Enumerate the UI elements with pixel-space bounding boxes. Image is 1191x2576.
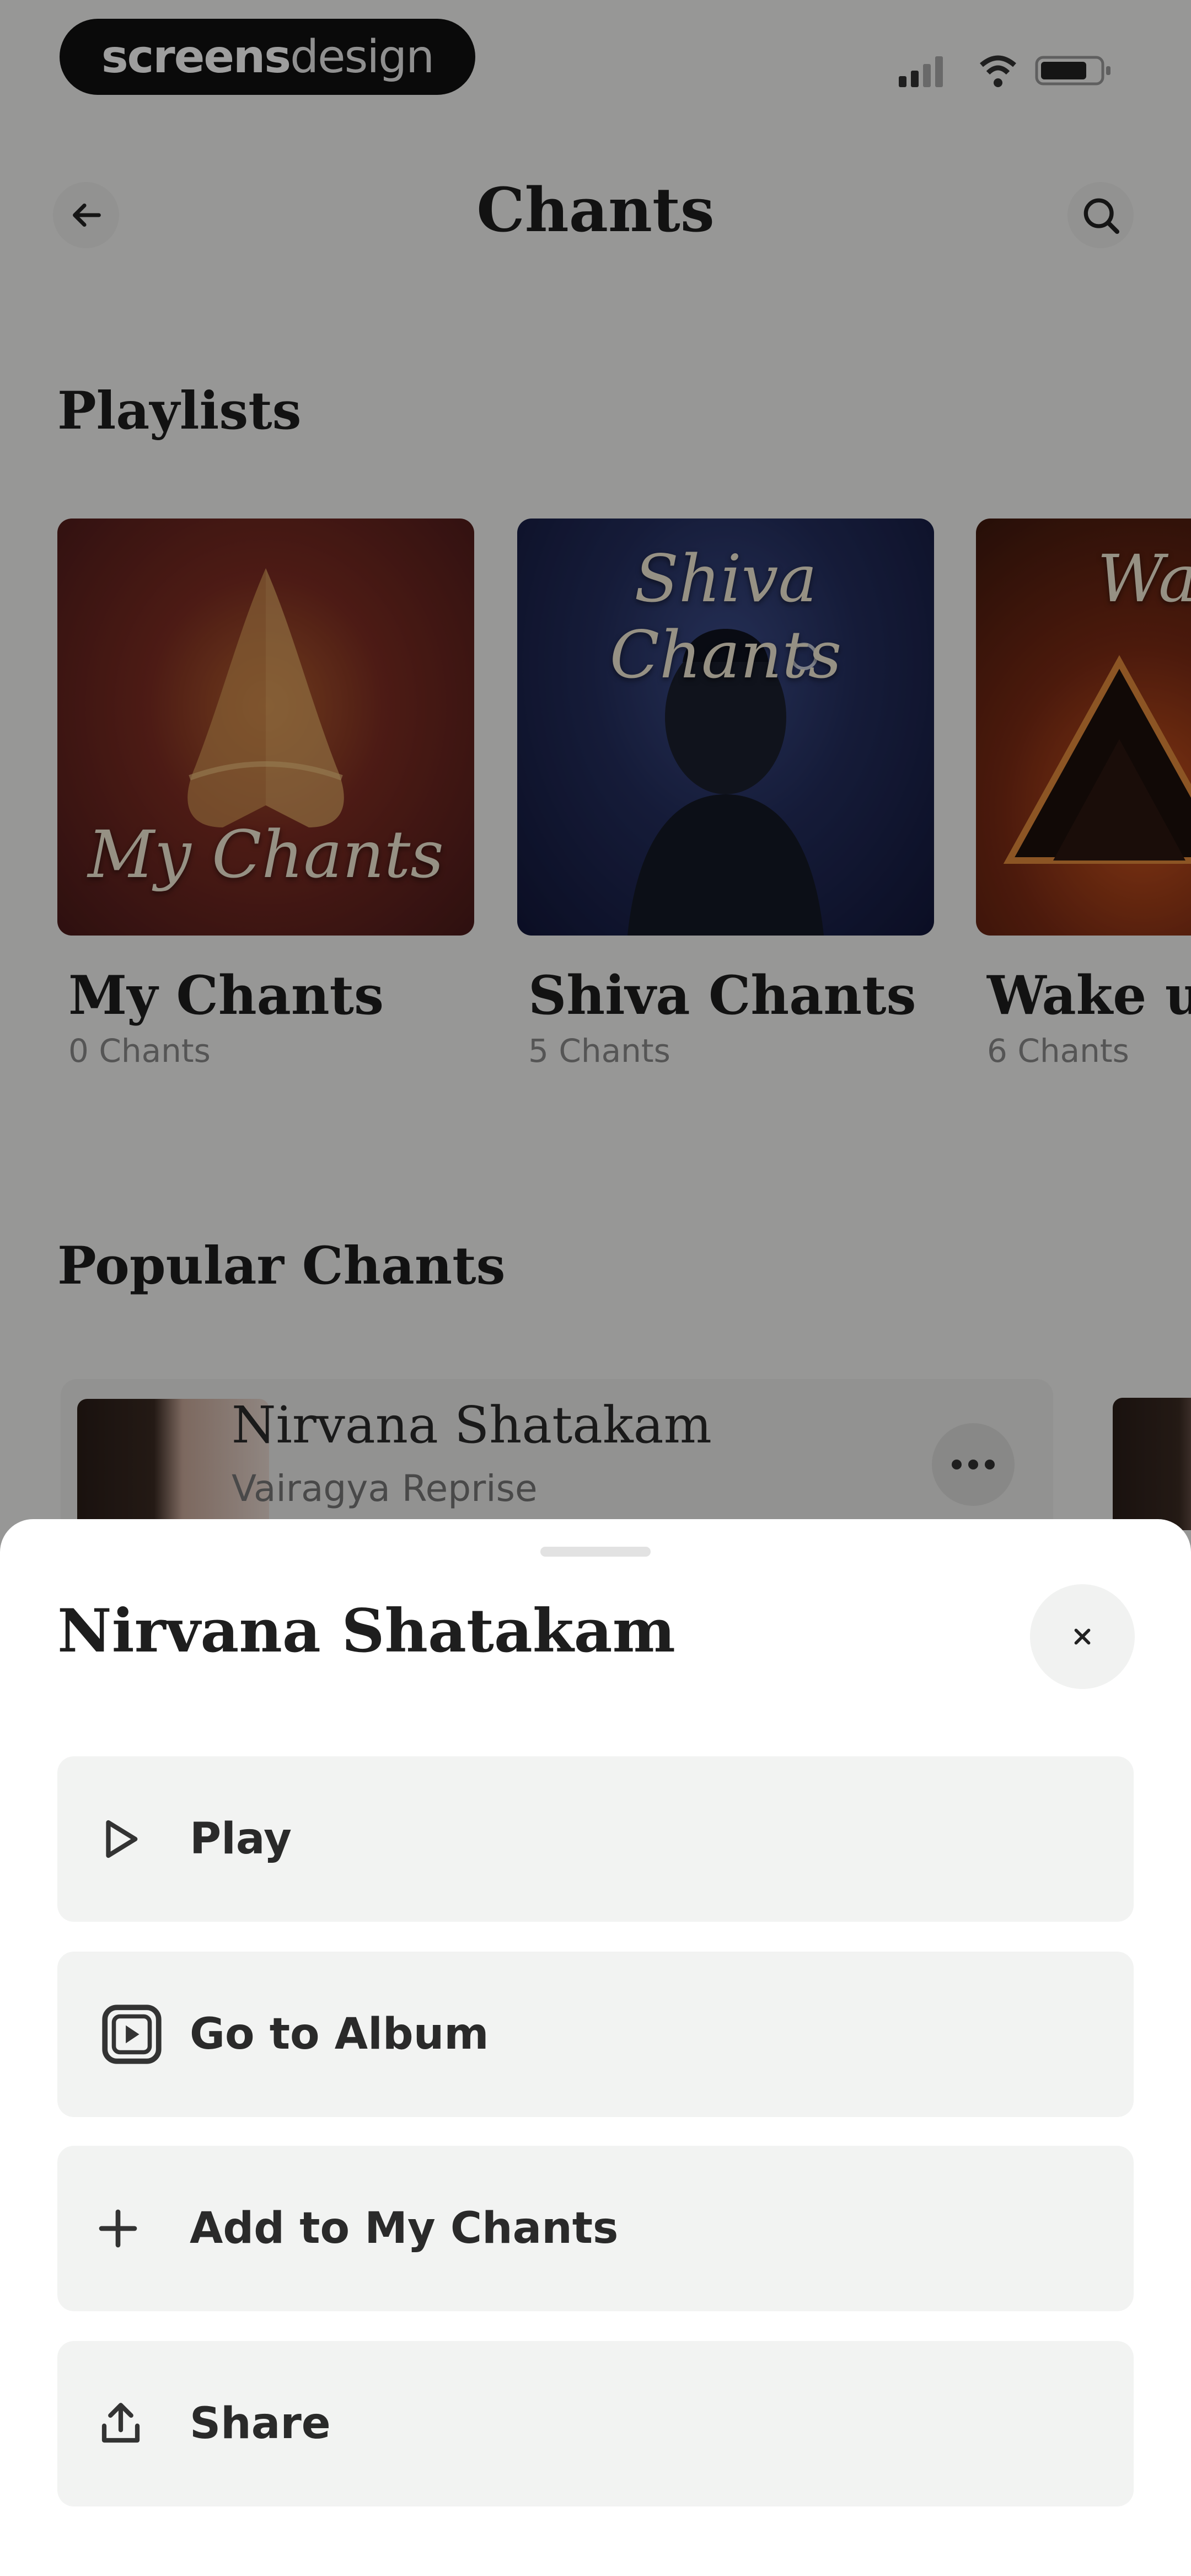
go-to-album-action[interactable]: Go to Album <box>57 1952 1134 2117</box>
action-label: Share <box>190 2399 331 2449</box>
close-icon <box>1074 1628 1091 1645</box>
share-action[interactable]: Share <box>57 2341 1134 2506</box>
play-action[interactable]: Play <box>57 1756 1134 1922</box>
sheet-title: Nirvana Shatakam <box>57 1596 675 1666</box>
close-button[interactable] <box>1030 1584 1135 1689</box>
add-to-my-chants-action[interactable]: Add to My Chants <box>57 2146 1134 2311</box>
action-sheet: Nirvana Shatakam Play Go to Album Add to… <box>0 1519 1191 2576</box>
play-icon <box>96 1806 190 1872</box>
action-label: Play <box>190 1814 292 1864</box>
share-icon <box>96 2391 190 2457</box>
plus-icon <box>96 2195 190 2262</box>
album-icon <box>96 2001 190 2067</box>
sheet-drag-handle[interactable] <box>540 1547 651 1557</box>
chants-screen: screens design Chants Playlists My Chant… <box>0 0 1191 2576</box>
action-label: Add to My Chants <box>190 2204 619 2253</box>
action-label: Go to Album <box>190 2010 489 2059</box>
